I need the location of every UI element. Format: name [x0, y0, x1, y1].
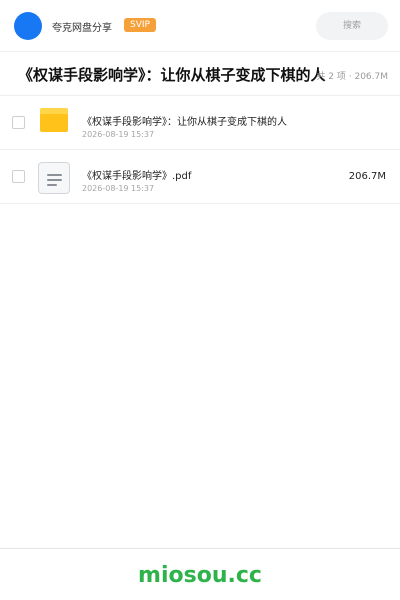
- file-date: 2026-08-19 15:37: [82, 184, 155, 193]
- brand-name: 夸克网盘分享: [52, 23, 112, 34]
- folder-summary: 共 2 项 · 206.7M: [316, 72, 388, 82]
- row-checkbox[interactable]: [12, 116, 25, 129]
- header: 夸克网盘分享 SVIP: [0, 0, 400, 52]
- footer: miosou.cc: [0, 548, 400, 600]
- file-date: 2026-08-19 15:37: [82, 130, 155, 139]
- file-name[interactable]: 《权谋手段影响学》：让你从棋子变成下棋的人: [82, 113, 287, 128]
- file-size: 206.7M: [348, 171, 386, 182]
- file-row-pdf[interactable]: 《权谋手段影响学》.pdf 2026-08-19 15:37 206.7M: [0, 150, 400, 204]
- page-title: 《权谋手段影响学》：让你从棋子变成下棋的人: [18, 66, 326, 84]
- share-page: 夸克网盘分享 SVIP 《权谋手段影响学》：让你从棋子变成下棋的人 共 2 项 …: [0, 0, 400, 600]
- row-checkbox[interactable]: [12, 170, 25, 183]
- file-row-folder[interactable]: 《权谋手段影响学》：让你从棋子变成下棋的人 2026-08-19 15:37: [0, 96, 400, 150]
- pdf-file-icon: [38, 162, 70, 194]
- folder-title-bar: 《权谋手段影响学》：让你从棋子变成下棋的人 共 2 项 · 206.7M: [0, 52, 400, 96]
- svip-badge: SVIP: [124, 18, 156, 32]
- search-input[interactable]: [316, 12, 388, 40]
- folder-icon: [40, 108, 68, 132]
- avatar[interactable]: [14, 12, 42, 40]
- footer-brand[interactable]: miosou.cc: [0, 563, 400, 588]
- file-name[interactable]: 《权谋手段影响学》.pdf: [82, 167, 191, 182]
